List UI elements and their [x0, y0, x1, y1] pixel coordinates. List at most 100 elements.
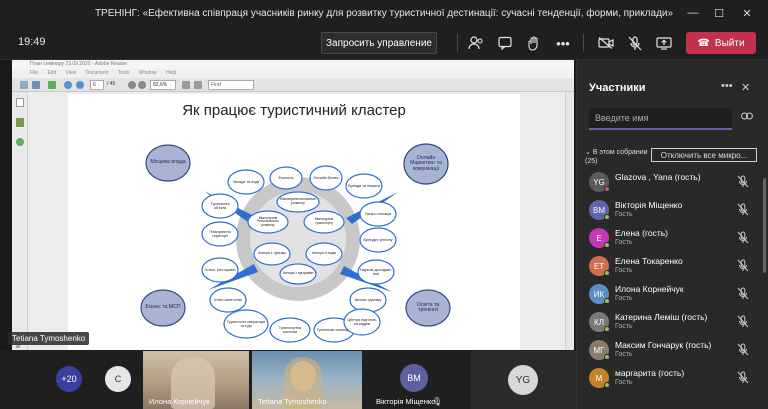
cluster-node-7: Брендінг регіону: [359, 227, 397, 253]
reader-menu-tools[interactable]: Tools: [118, 70, 130, 76]
leave-button[interactable]: ☎ Выйти: [686, 32, 756, 54]
panel-close-icon[interactable]: ✕: [741, 81, 750, 94]
request-control-button[interactable]: Запросить управление: [321, 32, 437, 54]
camera-off-icon[interactable]: [597, 34, 615, 52]
presence-dot: [604, 242, 610, 248]
avatar-vm[interactable]: ВМ: [400, 364, 428, 392]
reader-scrollbar[interactable]: [565, 92, 574, 350]
mic-off-icon[interactable]: [626, 34, 644, 52]
cluster-node-12: Туристичні оператори та гіди: [223, 309, 269, 339]
share-link-icon[interactable]: [741, 112, 753, 123]
video-tile-yg[interactable]: YG: [470, 351, 576, 409]
toolbar-divider: [583, 34, 584, 52]
fit-width-icon[interactable]: [194, 81, 202, 89]
more-participants-bubble[interactable]: +20: [56, 366, 82, 392]
cluster-node-15: Центри підготов-ки кадрів: [343, 308, 381, 336]
corner-node-2: Бізнес та МСП: [140, 289, 186, 327]
participant-role: Гость: [615, 211, 633, 218]
chat-icon[interactable]: [496, 34, 514, 52]
mute-all-button[interactable]: Отключить все микро...: [651, 148, 757, 162]
zoom-out-icon[interactable]: [128, 81, 136, 89]
maximize-icon[interactable]: ☐: [706, 0, 732, 26]
video-strip: +20 C Илона Корнейчук Tetiana Tymoshenko…: [0, 350, 576, 409]
cluster-node-2: Онлайн бізнес: [309, 165, 343, 191]
participant-mic-off-icon[interactable]: [737, 343, 749, 359]
close-window-icon[interactable]: ✕: [734, 0, 760, 26]
open-icon[interactable]: [20, 81, 28, 89]
corner-node-0: Місцева влада: [145, 144, 191, 182]
teams-window: ТРЕНІНГ: «Ефективна співпраця учасників …: [0, 0, 768, 409]
zoom-in-icon[interactable]: [138, 81, 146, 89]
cluster-node-8-label: Готелі, ресторани: [204, 268, 236, 272]
print-icon[interactable]: [32, 81, 40, 89]
participant-name: Елена Токаренко: [615, 256, 683, 266]
reader-sidebar: ⌀: [12, 92, 28, 350]
reader-menu-edit[interactable]: Edit: [47, 70, 56, 76]
corner-node-1: Онлайн Маркетинг та комунікації: [403, 143, 449, 185]
back-icon[interactable]: [48, 81, 56, 89]
cluster-node-0: Заходи та події: [227, 169, 265, 195]
in-meeting-count[interactable]: ⌄ В этом собрании (25): [585, 148, 655, 166]
reader-menu-document[interactable]: Document: [86, 70, 109, 76]
panel-more-icon[interactable]: •••: [721, 80, 733, 92]
center-node-0-label: Міжгалузеві економічні розвитку: [280, 197, 316, 205]
meeting-title: ТРЕНІНГ: «Ефективна співпраця учасників …: [94, 7, 674, 19]
reader-menu-view[interactable]: View: [65, 70, 76, 76]
participants-icon[interactable]: [467, 34, 485, 52]
comments-icon[interactable]: [16, 138, 24, 146]
participant-mic-off-icon[interactable]: [737, 371, 749, 387]
participant-item[interactable]: КЛ Катерина Леміш (гость) Гость: [577, 308, 768, 336]
cluster-node-11: Школи туризму: [349, 287, 387, 313]
corner-node-0-label: Місцева влада: [150, 159, 186, 166]
participant-item[interactable]: Ммаргарита (гость) Гость: [577, 364, 768, 392]
participant-item[interactable]: ИК Илона Корнейчук Гость: [577, 280, 768, 308]
participant-role: Гость: [615, 351, 633, 358]
raise-hand-icon[interactable]: [525, 34, 543, 52]
presence-dot: [604, 326, 610, 332]
pdf-page: Як працює туристичний кластер Місцева вл…: [68, 94, 520, 350]
video-tile-tetiana[interactable]: Tetiana Tymoshenko: [252, 351, 362, 409]
tile-name-tetiana: Tetiana Tymoshenko: [258, 397, 327, 406]
center-node-4: Агенція із подія: [305, 242, 343, 266]
pages-panel-icon[interactable]: [16, 98, 24, 107]
participant-mic-off-icon[interactable]: [737, 231, 749, 247]
video-tile-ilona[interactable]: Илона Корнейчук: [143, 351, 249, 409]
participant-item[interactable]: ЕТ Елена Токаренко Гость: [577, 252, 768, 280]
share-screen-icon[interactable]: [655, 34, 673, 52]
minimize-icon[interactable]: —: [680, 0, 706, 26]
avatar-c[interactable]: C: [105, 366, 131, 392]
find-field[interactable]: Find: [208, 80, 254, 90]
participant-mic-off-icon[interactable]: [737, 203, 749, 219]
hangup-icon: ☎: [697, 37, 710, 49]
reader-toolbar: 6 / 45 82,6% Find: [12, 78, 574, 92]
fit-page-icon[interactable]: [182, 81, 190, 89]
cluster-node-4: Туристичні об'єкти: [201, 193, 239, 219]
more-options-icon[interactable]: •••: [554, 34, 572, 52]
participant-item[interactable]: МГ Максим Гончарук (гость) Гость: [577, 336, 768, 364]
page-number-field[interactable]: 6: [90, 80, 104, 90]
participant-item[interactable]: YG Glazova , Yana (гость): [577, 168, 768, 196]
center-node-2-label: Міжгалузеві транспорту: [314, 217, 334, 225]
participant-name: Елена (гость): [615, 228, 669, 238]
reader-menu-file[interactable]: File: [30, 70, 38, 76]
participant-item[interactable]: Е Елена (гость) Гость: [577, 224, 768, 252]
avatar-yg: YG: [508, 365, 538, 395]
prev-page-icon[interactable]: [64, 81, 72, 89]
zoom-field[interactable]: 82,6%: [150, 80, 176, 90]
reader-menu-help[interactable]: Help: [166, 70, 176, 76]
participant-mic-off-icon[interactable]: [737, 315, 749, 331]
participant-item[interactable]: ВМ Вікторія Міщенко Гость: [577, 196, 768, 224]
participant-mic-off-icon[interactable]: [737, 259, 749, 275]
tile-mic-off-icon: 🎙: [432, 397, 443, 406]
attachments-icon[interactable]: [16, 118, 24, 127]
participant-mic-off-icon[interactable]: [737, 287, 749, 303]
participant-mic-off-icon[interactable]: [737, 175, 749, 191]
next-page-icon[interactable]: [76, 81, 84, 89]
reader-menu-window[interactable]: Window: [139, 70, 157, 76]
participant-role: Гость: [615, 267, 633, 274]
participant-search-input[interactable]: [589, 108, 732, 130]
collapse-chevron-icon: ⌄: [585, 149, 593, 156]
panel-scrollbar[interactable]: [763, 178, 766, 273]
presence-dot: [604, 214, 610, 220]
presence-dot: [604, 382, 610, 388]
